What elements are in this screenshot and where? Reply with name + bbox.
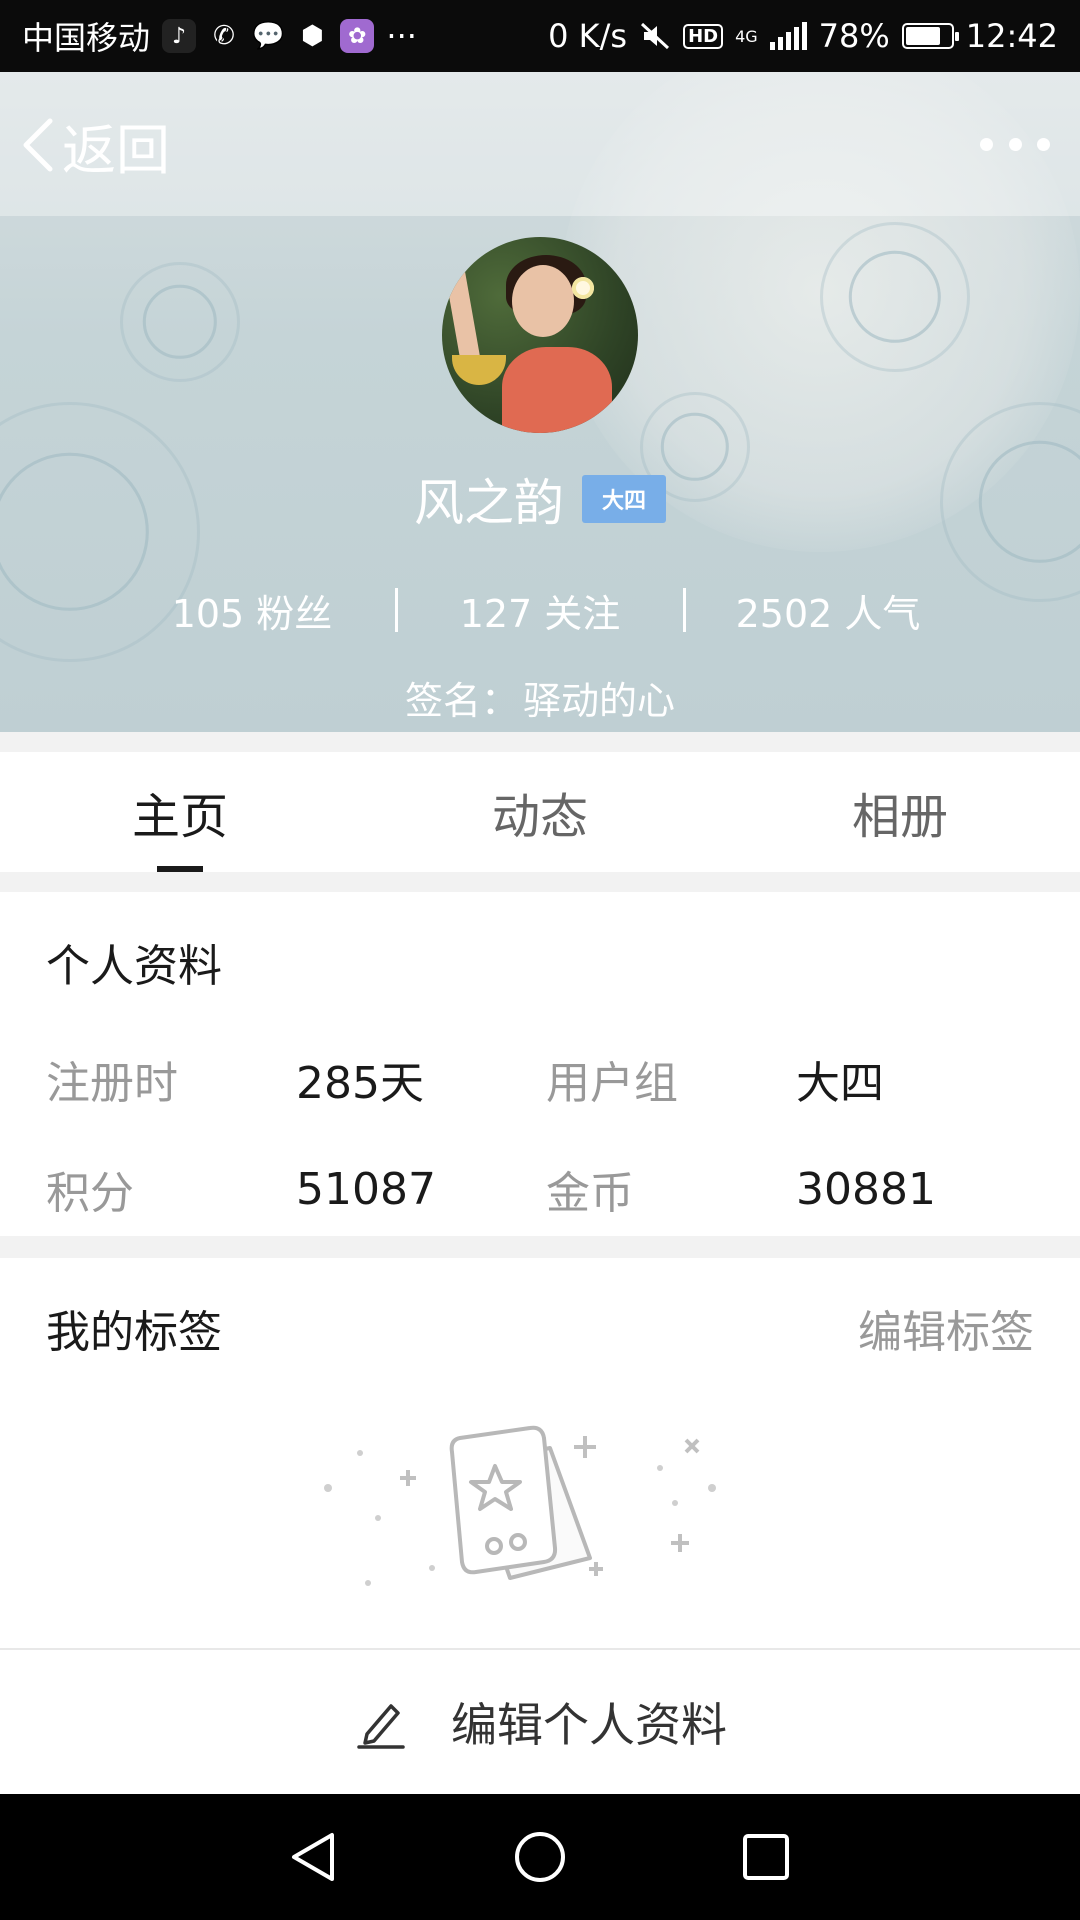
chevron-left-icon — [23, 118, 53, 172]
carrier-label: 中国移动 — [22, 19, 151, 57]
popularity-count: 2502 人气 — [735, 591, 921, 636]
name-row: 风之韵 大四 — [0, 464, 1080, 534]
empty-tags-illustration-icon — [324, 1425, 716, 1586]
banner-flower-decoration — [120, 262, 240, 382]
info-row: 注册时 285天 用户组 大四 — [46, 1024, 1046, 1134]
back-label: 返回 — [62, 118, 170, 182]
coins-value: 30881 — [796, 1163, 936, 1215]
net-speed: 0 K/s — [548, 17, 628, 55]
back-button[interactable]: 返回 — [20, 110, 170, 182]
signature-label: 签名： — [404, 679, 519, 723]
edit-profile-label: 编辑个人资料 — [451, 1698, 727, 1752]
tab-album[interactable]: 相册 — [720, 752, 1080, 872]
more-dots-icon — [980, 137, 993, 151]
coins-label: 金币 — [546, 1168, 634, 1219]
network-type: 4G — [735, 26, 758, 46]
more-notifications-icon: ··· — [386, 17, 417, 55]
nav-recents-icon[interactable] — [738, 1829, 794, 1885]
nav-home-icon[interactable] — [512, 1829, 568, 1885]
profile-info-card: 个人资料 注册时 285天 用户组 大四 积分 51087 金币 30881 — [0, 892, 1080, 1236]
missed-call-icon: ✆ — [213, 21, 235, 51]
gallery-app-icon: ✿ — [340, 19, 375, 53]
profile-header: 返回 风之韵 大四 105 粉丝 127 关注 2502 人气 签名： 驿动的心 — [0, 72, 1080, 732]
signature-text: 驿动的心 — [523, 679, 676, 723]
more-options-button[interactable] — [980, 124, 1050, 164]
tags-title: 我的标签 — [46, 1307, 222, 1358]
profile-info-grid: 注册时 285天 用户组 大四 积分 51087 金币 30881 — [46, 1024, 1046, 1244]
tab-home[interactable]: 主页 — [0, 752, 360, 872]
tab-activity[interactable]: 动态 — [360, 752, 720, 872]
pencil-icon — [357, 1704, 405, 1749]
clock: 12:42 — [965, 17, 1058, 55]
battery-icon — [901, 23, 959, 49]
edit-tags-button[interactable]: 编辑标签 — [858, 1296, 1034, 1360]
level-badge: 大四 — [581, 475, 666, 523]
banner-flower-decoration — [820, 222, 970, 372]
following-count[interactable]: 127 关注 — [398, 583, 683, 638]
user-group-label: 用户组 — [546, 1058, 678, 1109]
battery-percent: 78% — [818, 17, 890, 55]
top-nav-bar: 返回 — [0, 72, 1080, 216]
signal-icon — [769, 22, 807, 50]
points-value: 51087 — [296, 1163, 436, 1215]
points-label: 积分 — [46, 1168, 134, 1219]
tags-card: 我的标签 编辑标签 — [0, 1258, 1080, 1648]
avatar[interactable] — [442, 237, 638, 433]
info-row: 积分 51087 金币 30881 — [46, 1134, 1046, 1244]
status-bar: 中国移动 ♪ ✆ 💬 ⬢ ✿ ··· 0 K/s HD 4G 78% 12:42 — [0, 0, 1080, 72]
tags-header: 我的标签 编辑标签 — [46, 1296, 1034, 1360]
signature: 签名： 驿动的心 — [0, 670, 1080, 725]
nav-back-icon[interactable] — [286, 1829, 342, 1885]
username: 风之韵 — [413, 474, 564, 532]
profile-tabs: 主页 动态 相册 — [0, 752, 1080, 872]
edit-profile-button[interactable]: 编辑个人资料 — [0, 1648, 1080, 1794]
stats-row: 105 粉丝 127 关注 2502 人气 — [0, 580, 1080, 640]
hd-icon: HD — [683, 23, 724, 49]
user-group-value: 大四 — [796, 1058, 884, 1109]
mute-icon — [639, 18, 671, 54]
followers-count[interactable]: 105 粉丝 — [110, 583, 395, 638]
register-days-value: 285天 — [296, 1058, 424, 1109]
register-days-label: 注册时 — [46, 1058, 178, 1109]
profile-info-title: 个人资料 — [46, 941, 222, 992]
system-nav-bar — [0, 1794, 1080, 1920]
app-shield-icon: ⬢ — [301, 21, 324, 51]
tiktok-icon: ♪ — [162, 19, 197, 53]
message-icon: 💬 — [252, 21, 285, 51]
